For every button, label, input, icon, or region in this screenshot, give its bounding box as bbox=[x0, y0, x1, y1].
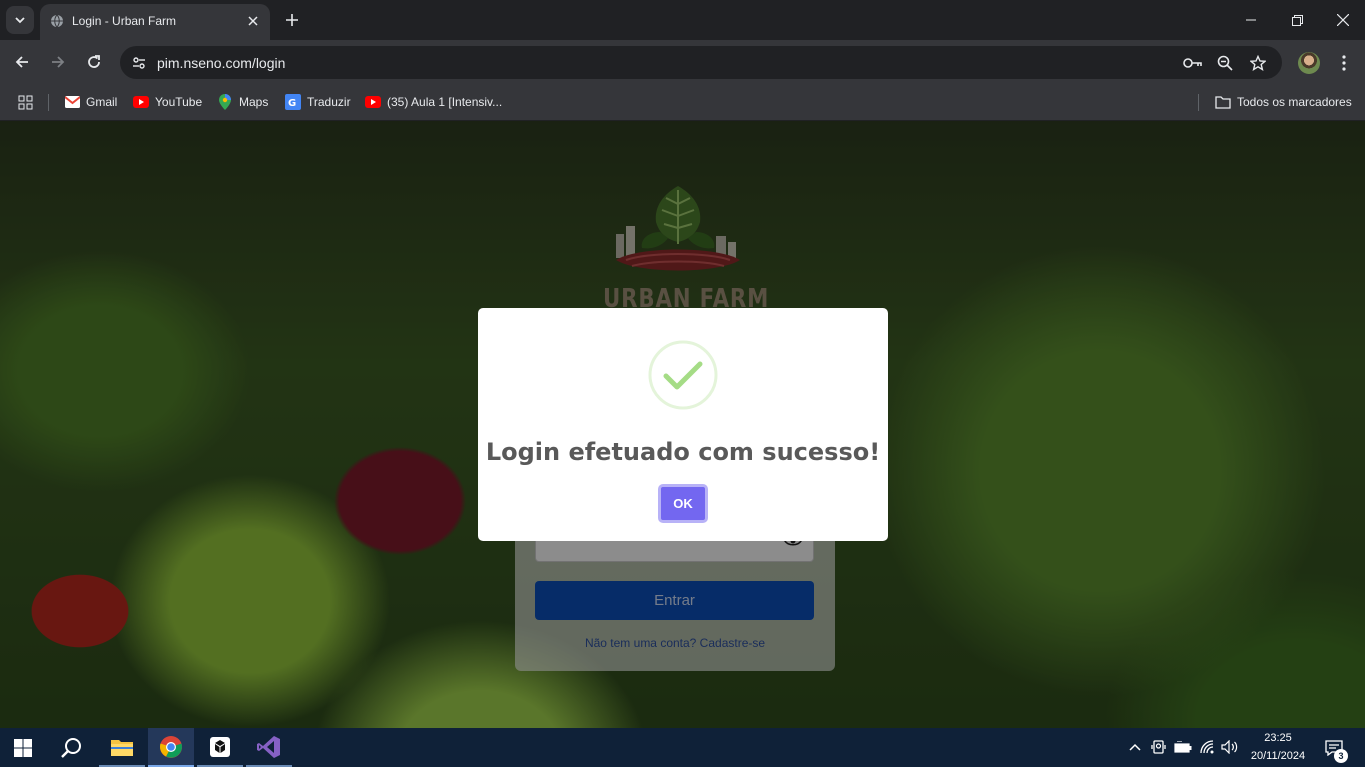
apps-grid-icon bbox=[18, 95, 33, 109]
tab-title: Login - Urban Farm bbox=[72, 14, 177, 28]
bookmark-label: Traduzir bbox=[307, 95, 351, 109]
close-icon bbox=[1337, 14, 1349, 26]
ok-button[interactable]: OK bbox=[658, 484, 708, 523]
clock-time[interactable]: 23:25 bbox=[1248, 732, 1308, 744]
notification-badge: 3 bbox=[1334, 749, 1348, 763]
arrow-left-icon bbox=[15, 56, 28, 68]
bookmark-label: Gmail bbox=[86, 95, 118, 109]
visual-studio-button[interactable] bbox=[246, 728, 292, 767]
bookmark-aula[interactable]: (35) Aula 1 [Intensiv... bbox=[365, 92, 502, 112]
bookmark-maps[interactable]: Maps bbox=[217, 92, 268, 112]
key-icon bbox=[1183, 58, 1202, 68]
search-button[interactable] bbox=[48, 728, 94, 767]
all-bookmarks-label: Todos os marcadores bbox=[1237, 95, 1352, 109]
bookmarks-bar: Gmail YouTube Maps G Traduzir (35) Aula … bbox=[0, 84, 1365, 121]
clock-date[interactable]: 20/11/2024 bbox=[1243, 750, 1313, 762]
youtube-icon bbox=[133, 96, 149, 108]
chrome-icon bbox=[160, 735, 182, 758]
restore-icon bbox=[1291, 14, 1303, 26]
start-button[interactable] bbox=[0, 728, 46, 767]
close-icon bbox=[248, 16, 258, 26]
browser-menu-button[interactable] bbox=[1333, 50, 1355, 76]
dialog-title: Login efetuado com sucesso! bbox=[485, 438, 881, 466]
browser-toolbar: pim.nseno.com/login bbox=[0, 40, 1365, 84]
chevron-up-icon bbox=[1129, 743, 1141, 751]
chevron-down-icon bbox=[15, 17, 25, 24]
gmail-icon bbox=[64, 96, 80, 108]
success-dialog: Login efetuado com sucesso! OK bbox=[478, 308, 888, 541]
forward-button[interactable] bbox=[44, 48, 72, 76]
tray-overflow-button[interactable] bbox=[1126, 738, 1144, 756]
chrome-button[interactable] bbox=[148, 728, 194, 767]
terminal-button[interactable] bbox=[197, 728, 243, 767]
battery-icon bbox=[1174, 741, 1192, 753]
close-window-button[interactable] bbox=[1320, 4, 1365, 36]
wifi-button[interactable] bbox=[1198, 738, 1216, 756]
svg-text:G: G bbox=[288, 98, 296, 109]
tab-close-button[interactable] bbox=[244, 12, 262, 30]
back-button[interactable] bbox=[8, 48, 36, 76]
arrow-right-icon bbox=[52, 56, 65, 68]
youtube-icon bbox=[365, 96, 381, 108]
volume-icon bbox=[1221, 740, 1238, 754]
meet-now-button[interactable] bbox=[1150, 738, 1168, 756]
bookmarks-divider bbox=[1198, 94, 1199, 111]
zoom-icon bbox=[1217, 55, 1233, 71]
minimize-icon bbox=[1246, 19, 1256, 21]
bookmark-label: YouTube bbox=[155, 95, 203, 109]
terminal-icon bbox=[210, 736, 230, 757]
site-info-button[interactable] bbox=[128, 52, 150, 74]
all-bookmarks-button[interactable]: Todos os marcadores bbox=[1215, 92, 1352, 112]
translate-icon: G bbox=[285, 94, 301, 110]
globe-icon bbox=[51, 14, 63, 28]
camera-icon bbox=[1151, 740, 1166, 754]
more-vertical-icon bbox=[1342, 55, 1346, 71]
bookmark-star-button[interactable] bbox=[1247, 52, 1269, 74]
bookmarks-divider bbox=[48, 94, 49, 111]
plus-icon bbox=[286, 14, 298, 26]
bookmark-label: (35) Aula 1 [Intensiv... bbox=[387, 95, 503, 109]
maps-icon bbox=[219, 94, 231, 110]
visual-studio-icon bbox=[257, 735, 280, 758]
tune-icon bbox=[133, 57, 145, 69]
checkmark-icon bbox=[648, 340, 718, 410]
address-bar[interactable]: pim.nseno.com/login bbox=[120, 46, 1282, 79]
bookmark-label: Maps bbox=[239, 95, 269, 109]
bookmark-youtube[interactable]: YouTube bbox=[133, 92, 202, 112]
search-icon bbox=[61, 737, 81, 758]
zoom-button[interactable] bbox=[1214, 52, 1236, 74]
tab-strip: Login - Urban Farm bbox=[0, 0, 1365, 40]
wifi-icon bbox=[1200, 740, 1214, 754]
tab-search-button[interactable] bbox=[6, 6, 34, 34]
apps-button[interactable] bbox=[18, 92, 33, 112]
bookmark-gmail[interactable]: Gmail bbox=[64, 92, 117, 112]
password-key-button[interactable] bbox=[1182, 52, 1204, 74]
bookmark-translate[interactable]: G Traduzir bbox=[285, 92, 351, 112]
battery-button[interactable] bbox=[1174, 738, 1192, 756]
star-icon bbox=[1250, 55, 1266, 71]
reload-button[interactable] bbox=[80, 48, 108, 76]
url-text[interactable]: pim.nseno.com/login bbox=[157, 55, 285, 71]
new-tab-button[interactable] bbox=[280, 8, 304, 32]
restore-button[interactable] bbox=[1274, 4, 1320, 36]
volume-button[interactable] bbox=[1221, 738, 1239, 756]
minimize-button[interactable] bbox=[1228, 4, 1274, 36]
profile-avatar[interactable] bbox=[1298, 52, 1320, 74]
folder-icon bbox=[1215, 95, 1231, 109]
reload-icon bbox=[88, 55, 100, 68]
start-icon bbox=[14, 738, 32, 757]
browser-tab[interactable]: Login - Urban Farm bbox=[40, 4, 270, 40]
file-explorer-button[interactable] bbox=[99, 728, 145, 767]
file-explorer-icon bbox=[111, 739, 133, 756]
taskbar bbox=[0, 728, 1365, 767]
